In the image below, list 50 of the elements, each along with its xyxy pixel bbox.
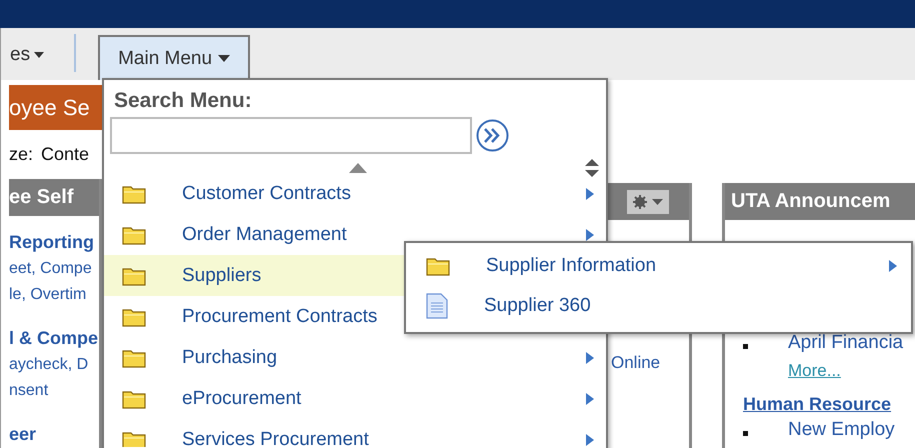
navigation-tab[interactable]: es (10, 44, 44, 80)
submenu-arrow-icon (586, 228, 594, 240)
section-link[interactable]: Human Resource (743, 392, 915, 416)
bullet-icon (743, 344, 748, 349)
banner: oyee Se (9, 85, 102, 130)
folder-icon (122, 430, 146, 447)
caret-icon (218, 55, 230, 62)
gear-icon (633, 194, 647, 208)
folder-icon (122, 224, 146, 244)
document-icon (426, 293, 448, 319)
folder-icon (122, 266, 146, 286)
bullet-icon (743, 431, 748, 436)
menu-item[interactable]: eProcurement (104, 378, 606, 419)
menu-item[interactable]: Services Procurement (104, 419, 606, 447)
pagelet-link-heading[interactable]: Reporting (9, 228, 99, 256)
scroll-up-icon[interactable] (349, 163, 367, 173)
search-field[interactable] (110, 117, 472, 154)
pagelet-link-text[interactable]: le, Overtim (9, 282, 99, 308)
size-label: ze: (9, 144, 34, 165)
pagelet-link-heading[interactable]: eer (9, 420, 99, 448)
folder-icon (426, 256, 450, 276)
settings-button[interactable] (627, 190, 669, 214)
menu-item[interactable]: Customer Contracts (104, 181, 606, 214)
submenu-arrow-icon (586, 392, 594, 404)
submenu-arrow-icon (889, 260, 897, 272)
caret-icon (34, 52, 44, 58)
folder-icon (122, 184, 146, 204)
pagelet-title: ee Self (9, 179, 99, 216)
announcement-link[interactable]: April Financia (788, 332, 904, 354)
pagelet-link-heading[interactable]: l & Compe (9, 324, 99, 352)
pagelet-link-text[interactable]: nsent (9, 378, 99, 404)
folder-icon (122, 388, 146, 408)
caret-icon (652, 198, 663, 204)
folder-icon (122, 306, 146, 326)
scroll-icon[interactable] (585, 159, 599, 177)
menu-item[interactable]: Purchasing (104, 337, 606, 378)
panel-title: UTA Announcem (725, 183, 915, 220)
announcement-link[interactable]: New Employ (788, 418, 895, 440)
submenu-arrow-icon (586, 434, 594, 446)
submenu-arrow-icon (586, 188, 594, 200)
pagelet-link-text[interactable]: aycheck, D (9, 352, 99, 378)
submenu-arrow-icon (586, 352, 594, 364)
main-menu-button[interactable]: Main Menu (98, 35, 250, 80)
more-link[interactable]: More... (788, 361, 841, 380)
search-label: Search Menu: (113, 88, 253, 113)
folder-icon (122, 348, 146, 368)
go-button-icon[interactable] (476, 119, 509, 152)
size-value: Conte (41, 144, 90, 165)
pagelet-link-text[interactable]: Online (611, 353, 660, 372)
pagelet-link-text[interactable]: eet, Compe (9, 256, 99, 282)
